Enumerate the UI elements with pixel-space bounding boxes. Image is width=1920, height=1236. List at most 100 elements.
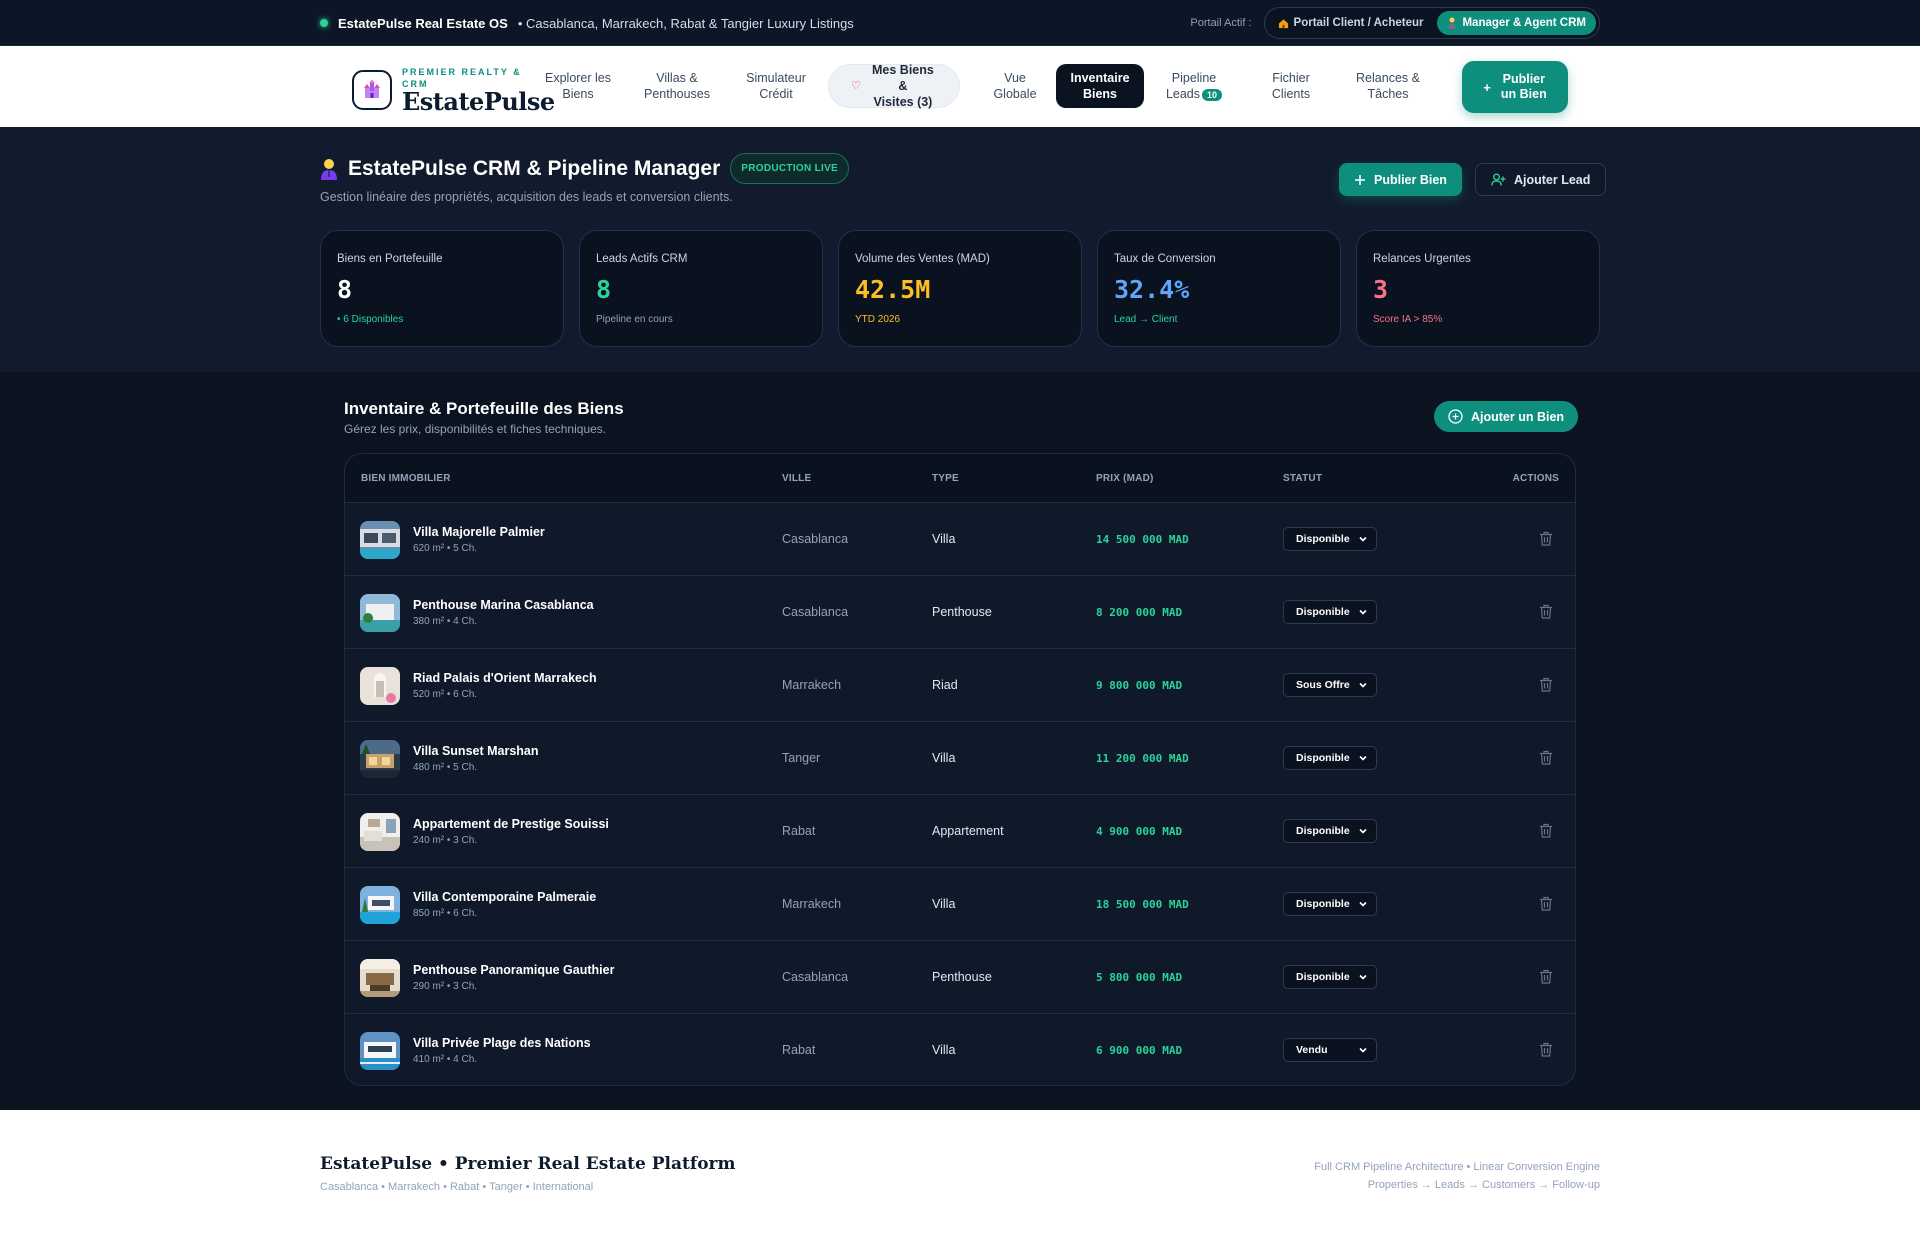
nav-overview[interactable]: Vue Globale (974, 64, 1056, 108)
publish-property-nav-button[interactable]: + Publier un Bien (1462, 61, 1568, 113)
add-lead-label: Ajouter Lead (1514, 172, 1591, 187)
property-thumbnail (360, 813, 400, 851)
production-live-badge: PRODUCTION LIVE (730, 153, 850, 184)
property-city: Casablanca (782, 605, 849, 619)
property-thumbnail (360, 740, 400, 778)
property-name: Riad Palais d'Orient Marrakech (413, 671, 597, 685)
nav-overview-line2: Globale (993, 87, 1037, 101)
inventory-table: BIEN IMMOBILIER VILLE TYPE PRIX (MAD) ST… (344, 453, 1576, 1086)
table-row[interactable]: Riad Palais d'Orient Marrakech 520 m² • … (345, 649, 1575, 722)
footer: EstatePulse • Premier Real Estate Platfo… (0, 1110, 1920, 1236)
stat-sub: YTD 2026 (855, 314, 901, 325)
portal-agent-label: Manager & Agent CRM (1462, 17, 1586, 29)
status-select[interactable]: Sous Offre (1283, 673, 1377, 697)
table-row[interactable]: Villa Contemporaine Palmeraie 850 m² • 6… (345, 868, 1575, 941)
status-select[interactable]: Disponible (1283, 892, 1377, 916)
add-property-label: Ajouter un Bien (1471, 409, 1565, 424)
stat-card-portfolio: Biens en Portefeuille 8 • 6 Disponibles (320, 230, 564, 347)
add-lead-button[interactable]: Ajouter Lead (1475, 163, 1607, 196)
pipeline-count-badge: 10 (1202, 89, 1223, 101)
status-select[interactable]: Disponible (1283, 819, 1377, 843)
chevron-down-icon (1359, 755, 1367, 761)
brand-logo[interactable]: PREMIER REALTY & CRM EstatePulse (352, 66, 555, 114)
nav-inventory-line2: Biens (1082, 87, 1118, 101)
table-row[interactable]: Villa Privée Plage des Nations 410 m² • … (345, 1014, 1575, 1085)
stat-sub: Score IA > 85% (1373, 314, 1443, 325)
table-row[interactable]: Villa Majorelle Palmier 620 m² • 5 Ch. C… (345, 503, 1575, 576)
nav-inventory[interactable]: Inventaire Biens (1056, 64, 1144, 108)
nav-pipeline[interactable]: Pipeline Leads 10 (1144, 64, 1244, 108)
os-cities: • Casablanca, Marrakech, Rabat & Tangier… (517, 15, 854, 31)
castle-icon (364, 79, 380, 98)
status-select[interactable]: Disponible (1283, 600, 1377, 624)
agent-icon (1448, 17, 1457, 29)
portal-client-label: Portail Client / Acheteur (1293, 17, 1424, 29)
trash-icon[interactable] (1539, 1042, 1553, 1057)
trash-icon[interactable] (1539, 823, 1553, 838)
property-city: Casablanca (782, 532, 849, 546)
trash-icon[interactable] (1539, 750, 1553, 765)
status-value: Disponible (1296, 533, 1350, 545)
nav-explore[interactable]: Explorer les Biens (528, 64, 628, 108)
status-value: Disponible (1296, 898, 1350, 910)
property-name: Penthouse Panoramique Gauthier (413, 963, 615, 977)
property-type: Villa (932, 751, 956, 765)
property-price: 6 900 000 MAD (1096, 1044, 1183, 1057)
col-actions: ACTIONS (1512, 473, 1559, 484)
portal-client-button[interactable]: Portail Client / Acheteur (1268, 11, 1434, 35)
footer-cities: Casablanca • Marrakech • Rabat • Tanger … (320, 1181, 594, 1193)
property-thumbnail (360, 521, 400, 559)
nav-explore-line2: Biens (562, 87, 594, 101)
stat-label: Relances Urgentes (1373, 253, 1471, 265)
stat-card-sales-volume: Volume des Ventes (MAD) 42.5M YTD 2026 (838, 230, 1082, 347)
nav-pipeline-line2: Leads (1165, 87, 1201, 101)
property-type: Appartement (932, 824, 1004, 838)
table-row[interactable]: Penthouse Panoramique Gauthier 290 m² • … (345, 941, 1575, 1014)
nav-clients[interactable]: Fichier Clients (1244, 64, 1338, 108)
col-city: VILLE (782, 473, 812, 484)
property-type: Riad (932, 678, 958, 692)
status-select[interactable]: Vendu (1283, 1038, 1377, 1062)
col-property: BIEN IMMOBILIER (361, 473, 451, 484)
trash-icon[interactable] (1539, 604, 1553, 619)
property-price: 8 200 000 MAD (1096, 606, 1183, 619)
table-row[interactable]: Appartement de Prestige Souissi 240 m² •… (345, 795, 1575, 868)
property-type: Villa (932, 897, 956, 911)
plus-icon: + (1483, 79, 1491, 95)
add-property-button[interactable]: Ajouter un Bien (1434, 401, 1579, 432)
trash-icon[interactable] (1539, 677, 1553, 692)
footer-brand: EstatePulse • Premier Real Estate Platfo… (320, 1154, 736, 1174)
stat-card-leads: Leads Actifs CRM 8 Pipeline en cours (579, 230, 823, 347)
status-value: Disponible (1296, 971, 1350, 983)
status-select[interactable]: Disponible (1283, 746, 1377, 770)
kpi-stats: Biens en Portefeuille 8 • 6 Disponibles … (320, 230, 1600, 347)
col-status: STATUT (1283, 473, 1323, 484)
property-thumbnail (360, 1032, 400, 1070)
os-brand: EstatePulse Real Estate OS (338, 15, 508, 31)
nav-pipeline-line1: Pipeline (1171, 71, 1217, 85)
table-row[interactable]: Penthouse Marina Casablanca 380 m² • 4 C… (345, 576, 1575, 649)
portal-agent-button[interactable]: Manager & Agent CRM (1437, 11, 1596, 35)
nav-villas[interactable]: Villas & Penthouses (628, 64, 726, 108)
nav-simulator[interactable]: Simulateur Crédit (726, 64, 826, 108)
trash-icon[interactable] (1539, 896, 1553, 911)
table-row[interactable]: Villa Sunset Marshan 480 m² • 5 Ch. Tang… (345, 722, 1575, 795)
nav-followups[interactable]: Relances & Tâches (1338, 64, 1438, 108)
property-type: Penthouse (932, 970, 992, 984)
stat-label: Volume des Ventes (MAD) (855, 253, 990, 265)
trash-icon[interactable] (1539, 969, 1553, 984)
stat-value: 8 (337, 275, 353, 304)
publish-property-button[interactable]: Publier Bien (1339, 163, 1462, 196)
status-value: Disponible (1296, 752, 1350, 764)
status-select[interactable]: Disponible (1283, 965, 1377, 989)
dashboard-header: EstatePulse CRM & Pipeline Manager PRODU… (0, 127, 1920, 372)
status-select[interactable]: Disponible (1283, 527, 1377, 551)
property-price: 14 500 000 MAD (1096, 533, 1189, 546)
trash-icon[interactable] (1539, 531, 1553, 546)
nav-explore-line1: Explorer les (545, 71, 611, 85)
property-meta: 480 m² • 5 Ch. (413, 762, 478, 773)
nav-favorites[interactable]: ♡ Mes Biens & Visites (3) (828, 63, 960, 109)
property-meta: 240 m² • 3 Ch. (413, 835, 478, 846)
property-type: Penthouse (932, 605, 992, 619)
property-price: 9 800 000 MAD (1096, 679, 1183, 692)
